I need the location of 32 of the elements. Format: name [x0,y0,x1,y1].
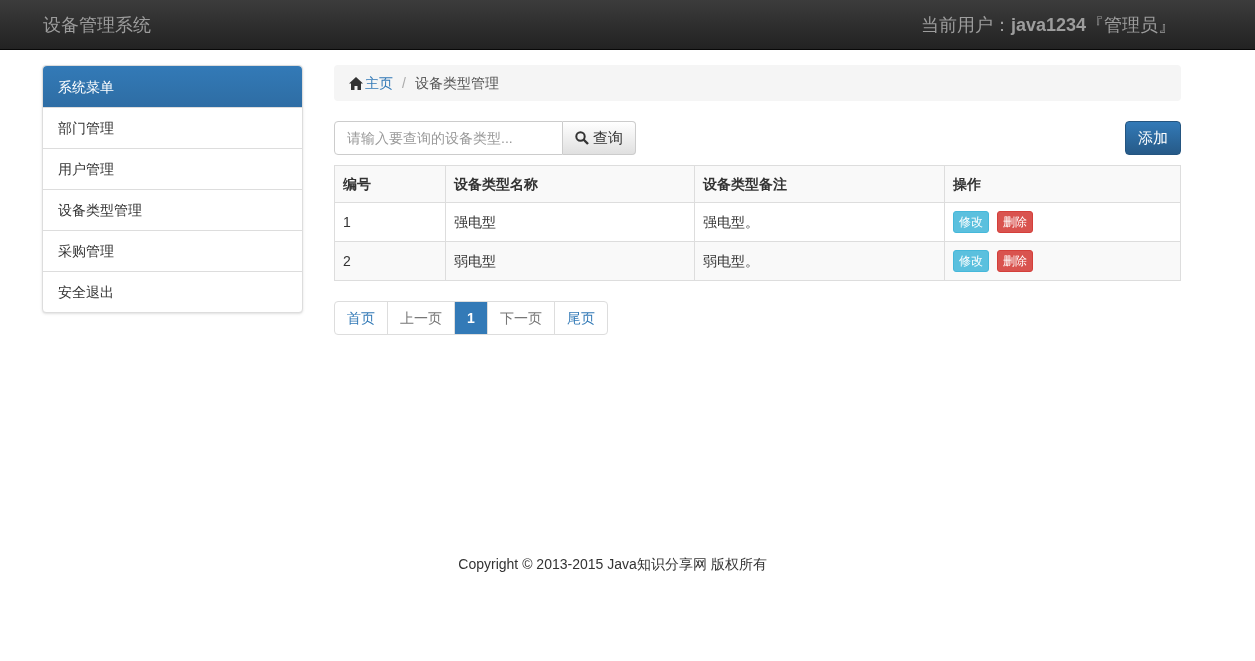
table-cell: 1 [334,202,446,242]
page-link[interactable]: 尾页 [553,301,608,335]
column-header: 操作 [944,165,1181,203]
table-cell: 强电型 [445,202,695,242]
delete-button[interactable]: 删除 [997,250,1033,272]
current-user: 当前用户：java1234『管理员』 [920,13,1176,37]
breadcrumb-separator: / [401,74,407,93]
search-icon [575,131,589,145]
page-link[interactable]: 1 [454,301,488,335]
sidebar-item[interactable]: 设备类型管理 [43,189,302,230]
page-link[interactable]: 首页 [334,301,388,335]
sidebar-item[interactable]: 用户管理 [43,148,302,189]
delete-button[interactable]: 删除 [997,211,1033,233]
column-header: 设备类型名称 [445,165,695,203]
breadcrumb-current: 设备类型管理 [414,74,499,93]
search-button[interactable]: 查询 [563,121,636,155]
table-cell: 弱电型。 [694,241,945,281]
column-header: 编号 [334,165,446,203]
home-icon [349,76,363,90]
search-field[interactable]: 请输入要查询的设备类型... [334,121,563,155]
sidebar-heading: 系统菜单 [43,66,302,107]
table-cell: 2 [334,241,446,281]
table-cell: 强电型。 [694,202,945,242]
column-header: 设备类型备注 [694,165,945,203]
footer-copyright: Copyright © 2013-2015 Java知识分享网 版权所有 [457,555,768,574]
sidebar-item[interactable]: 安全退出 [43,271,302,312]
home-link[interactable]: 主页 [349,73,393,93]
sidebar-item[interactable]: 部门管理 [43,107,302,148]
add-button[interactable]: 添加 [1125,121,1181,155]
table-cell: 弱电型 [445,241,695,281]
sidebar-item[interactable]: 采购管理 [43,230,302,271]
brand-title[interactable]: 设备管理系统 [43,10,151,39]
